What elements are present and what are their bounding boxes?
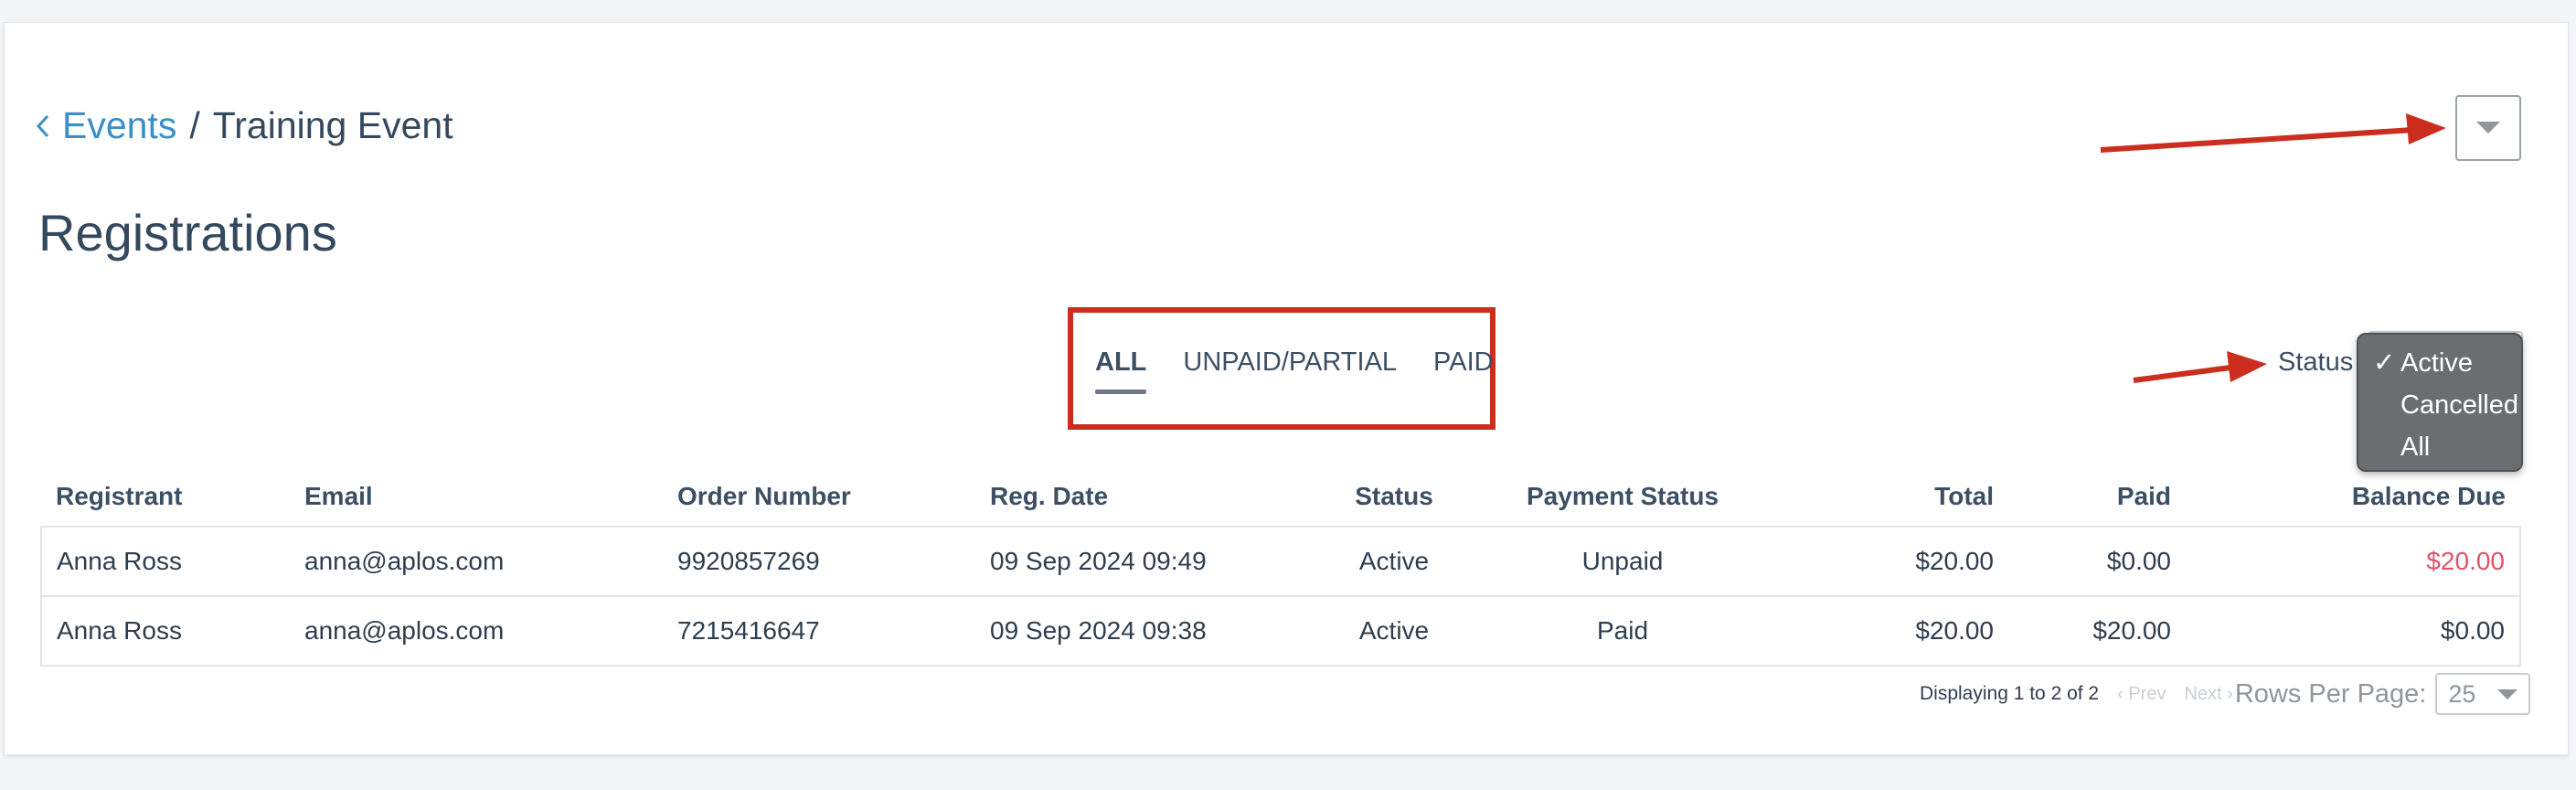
caret-down-icon — [2497, 689, 2518, 699]
cell-email: anna@aplos.com — [290, 595, 663, 667]
cell-email: anna@aplos.com — [290, 526, 663, 596]
col-balance-due[interactable]: Balance Due — [2186, 466, 2520, 527]
cell-paid: $0.00 — [2008, 526, 2186, 596]
cell-balance-due: $0.00 — [2186, 595, 2521, 667]
col-order-number[interactable]: Order Number — [663, 466, 975, 527]
tab-unpaid-partial[interactable]: UNPAID/PARTIAL — [1183, 347, 1397, 378]
cell-registrant: Anna Ross — [40, 595, 290, 667]
tab-all[interactable]: ALL — [1095, 347, 1147, 394]
col-status[interactable]: Status — [1314, 466, 1474, 527]
table-row[interactable]: Anna Ross anna@aplos.com 7215416647 09 S… — [40, 595, 2521, 667]
cell-order-number: 9920857269 — [663, 526, 975, 596]
cell-status: Active — [1314, 526, 1474, 596]
breadcrumb-separator: / — [189, 104, 200, 146]
status-filter-label: Status — [2278, 347, 2354, 377]
col-email[interactable]: Email — [290, 466, 663, 527]
checkmark-icon: ✓ — [2373, 348, 2396, 378]
status-option-label: Cancelled — [2400, 390, 2518, 420]
cell-reg-date: 09 Sep 2024 09:38 — [975, 595, 1314, 667]
cell-order-number: 7215416647 — [663, 595, 975, 667]
breadcrumb: Events / Training Event — [37, 104, 453, 147]
col-registrant[interactable]: Registrant — [41, 466, 290, 527]
registrations-table: Registrant Email Order Number Reg. Date … — [40, 466, 2521, 667]
col-total[interactable]: Total — [1771, 466, 2008, 527]
payment-tabs: ALL UNPAID/PARTIAL PAID — [1095, 347, 1530, 394]
pagination-bar: Displaying 1 to 2 of 2 ‹ Prev Next › Row… — [1920, 673, 2531, 715]
cell-registrant: Anna Ross — [40, 526, 290, 596]
back-to-events-link[interactable]: Events — [37, 104, 176, 147]
status-option-active[interactable]: ✓ Active — [2358, 347, 2521, 390]
tab-paid[interactable]: PAID — [1433, 347, 1494, 378]
status-option-cancelled[interactable]: Cancelled — [2358, 390, 2521, 432]
cell-payment-status: Paid — [1474, 595, 1771, 667]
col-reg-date[interactable]: Reg. Date — [975, 466, 1314, 527]
table-header-row: Registrant Email Order Number Reg. Date … — [41, 466, 2520, 527]
cell-total: $20.00 — [1771, 526, 2008, 596]
rows-per-page-select[interactable]: 25 — [2435, 673, 2531, 715]
chevron-left-icon — [37, 114, 49, 137]
cell-reg-date: 09 Sep 2024 09:49 — [975, 526, 1314, 596]
status-option-label: All — [2400, 432, 2431, 462]
col-paid[interactable]: Paid — [2008, 466, 2186, 527]
prev-page-button[interactable]: ‹ Prev — [2117, 684, 2166, 705]
cell-status: Active — [1314, 595, 1474, 667]
status-dropdown-menu: ✓ Active Cancelled All — [2357, 333, 2523, 472]
next-page-button[interactable]: Next › — [2184, 684, 2232, 705]
cell-balance-due: $20.00 — [2186, 526, 2521, 596]
actions-dropdown-button[interactable] — [2455, 95, 2521, 161]
cell-total: $20.00 — [1771, 595, 2008, 667]
col-payment-status[interactable]: Payment Status — [1474, 466, 1771, 527]
caret-down-icon — [2476, 122, 2500, 133]
page-title: Registrations — [38, 204, 337, 262]
rows-per-page-label: Rows Per Page: — [2234, 678, 2427, 709]
cell-payment-status: Unpaid — [1474, 526, 1771, 596]
rows-per-page-value: 25 — [2448, 680, 2476, 708]
display-count: Displaying 1 to 2 of 2 — [1920, 683, 2100, 704]
back-link-label: Events — [62, 104, 177, 146]
cell-paid: $20.00 — [2008, 595, 2186, 667]
table-row[interactable]: Anna Ross anna@aplos.com 9920857269 09 S… — [40, 526, 2521, 596]
status-option-label: Active — [2400, 348, 2473, 378]
breadcrumb-current: Training Event — [212, 104, 453, 146]
